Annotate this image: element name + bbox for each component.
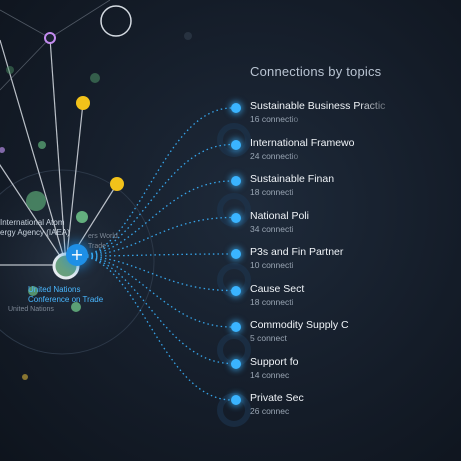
- topic-dot-icon: [231, 139, 241, 150]
- topic-connection-count: 14 connec: [250, 369, 290, 380]
- topic-item[interactable]: P3s and Fin Partner 10 connecti: [231, 246, 401, 278]
- topic-dot-icon: [231, 212, 241, 223]
- topic-label: Cause Sect: [250, 282, 305, 295]
- topic-label: Commodity Supply C: [250, 319, 349, 331]
- topic-label: National Poli: [250, 209, 309, 222]
- node-label-unctad[interactable]: United Nations Conference on Trade: [28, 285, 103, 305]
- topic-label: Private Sec: [250, 392, 304, 404]
- node-green-faint-2[interactable]: [6, 66, 14, 74]
- node-purple-small[interactable]: [0, 147, 5, 153]
- topic-connection-count: 34 connecti: [250, 223, 294, 234]
- node-yellow-right[interactable]: [110, 177, 124, 191]
- topic-item[interactable]: Sustainable Finan 18 connecti: [231, 173, 401, 205]
- node-green-mid[interactable]: [76, 211, 88, 223]
- topic-connection-count: 24 connectio: [250, 150, 299, 161]
- node-label-world-trade: ers World Trade: [88, 233, 118, 250]
- topic-label: Sustainable Finan: [250, 173, 335, 185]
- topic-item[interactable]: Commodity Supply C 5 connect: [231, 319, 401, 351]
- topic-item[interactable]: International Framewo 24 connectio: [231, 137, 401, 169]
- topic-item[interactable]: Support fo 14 connec: [231, 356, 401, 388]
- node-yellow-top[interactable]: [76, 96, 90, 110]
- topic-label: Sustainable Business Practic: [250, 100, 386, 112]
- topic-connection-count: 18 connecti: [250, 296, 294, 307]
- panel-title: Connections by topics: [250, 64, 382, 79]
- topic-item[interactable]: Sustainable Business Practic 16 connectio: [231, 100, 401, 132]
- topic-connection-count: 5 connect: [250, 333, 287, 343]
- topic-dot-icon: [231, 322, 241, 332]
- topic-label: Support fo: [250, 355, 299, 368]
- node-ring-large[interactable]: [100, 5, 132, 37]
- node-label-un: United Nations: [8, 306, 54, 313]
- topic-connection-count: 16 connectio: [250, 114, 299, 124]
- topic-connection-lines: [77, 107, 233, 401]
- node-label-iaea: International Atom ergy Agency (IAEA): [0, 218, 70, 237]
- topic-label: P3s and Fin Partner: [250, 246, 344, 258]
- topic-dot-icon: [231, 285, 241, 296]
- topic-dot-icon: [231, 103, 241, 113]
- topic-connection-count: 26 connec: [250, 406, 290, 416]
- topic-dot-icon: [231, 358, 241, 369]
- topic-dot-icon: [231, 176, 241, 186]
- topic-label: International Framewo: [250, 136, 355, 149]
- node-purple[interactable]: [44, 32, 56, 44]
- topic-dot-icon: [231, 249, 241, 259]
- topic-dot-icon: [231, 395, 241, 405]
- node-green-small[interactable]: [38, 141, 46, 149]
- topic-connection-count: 10 connecti: [250, 260, 294, 270]
- topic-item[interactable]: National Poli 34 connecti: [231, 210, 401, 242]
- node-green-large[interactable]: [26, 191, 46, 211]
- node-faint-top[interactable]: [184, 32, 192, 40]
- topic-item[interactable]: Private Sec 26 connec: [231, 392, 401, 424]
- topic-connection-count: 18 connecti: [250, 187, 294, 197]
- expand-hub-button[interactable]: +: [66, 244, 88, 266]
- topic-item[interactable]: Cause Sect 18 connecti: [231, 283, 401, 315]
- node-green-faint[interactable]: [90, 73, 100, 83]
- node-yellow-faint[interactable]: [22, 374, 28, 380]
